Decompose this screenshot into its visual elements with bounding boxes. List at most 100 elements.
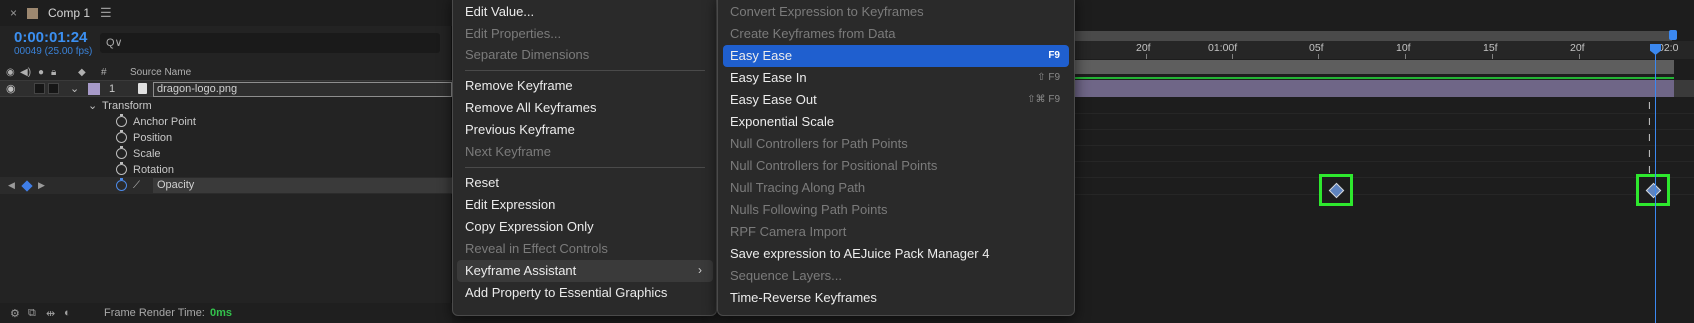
ruler-tick bbox=[1146, 54, 1147, 59]
column-headers: ◉ ◀) ● 🔒︎ ◆ # Source Name bbox=[0, 65, 452, 79]
render-toggle-icon[interactable]: ⚙ bbox=[10, 307, 20, 320]
transform-group-label: Transform bbox=[102, 99, 152, 112]
flowchart-icon[interactable]: ◐ bbox=[64, 307, 71, 319]
lock-switch[interactable] bbox=[48, 83, 59, 94]
menu-item-reset[interactable]: Reset bbox=[465, 173, 499, 193]
submenu-item-null-tracing-path: Null Tracing Along Path bbox=[730, 180, 866, 195]
menu-item-edit-properties: Edit Properties... bbox=[465, 26, 562, 41]
submenu-item-save-expression-aejuice[interactable]: Save expression to AEJuice Pack Manager … bbox=[730, 244, 989, 264]
add-keyframe-diamond-icon[interactable] bbox=[21, 179, 33, 192]
menu-item-remove-keyframe[interactable]: Remove Keyframe bbox=[465, 76, 573, 96]
shortcut-easy-ease-in: ⇧ F9 bbox=[1037, 72, 1060, 83]
ruler-tick bbox=[1492, 54, 1493, 59]
ruler-label: 20f bbox=[1570, 42, 1585, 54]
stopwatch-icon[interactable] bbox=[116, 162, 127, 175]
transfer-controls-icon[interactable]: ⇹ bbox=[46, 307, 55, 320]
composition-tab-bar: × Comp 1 ☰ bbox=[0, 0, 452, 26]
menu-item-add-to-essential-graphics[interactable]: Add Property to Essential Graphics bbox=[465, 283, 667, 303]
close-tab-icon[interactable]: × bbox=[10, 6, 17, 20]
ruler-tick bbox=[1579, 54, 1580, 59]
submenu-item-easy-ease-out[interactable]: Easy Ease Out bbox=[730, 90, 817, 110]
property-label: Rotation bbox=[133, 163, 174, 176]
property-end-marker-icon: I bbox=[1648, 149, 1651, 160]
frame-render-time-label: Frame Render Time: bbox=[104, 307, 205, 319]
property-label[interactable]: Opacity bbox=[153, 178, 452, 193]
stopwatch-icon[interactable] bbox=[116, 146, 127, 159]
layer-switches-icon[interactable]: ⧉ bbox=[28, 307, 36, 320]
ruler-label: 20f bbox=[1136, 42, 1151, 54]
composition-tab-title[interactable]: Comp 1 bbox=[48, 6, 90, 20]
property-end-marker-icon: I bbox=[1648, 101, 1651, 112]
layer-number-header: # bbox=[101, 66, 107, 78]
ruler-tick bbox=[1318, 54, 1319, 59]
menu-item-edit-value[interactable]: Edit Value... bbox=[465, 2, 534, 22]
submenu-item-easy-ease-in[interactable]: Easy Ease In bbox=[730, 68, 807, 88]
visibility-eye-icon[interactable]: ◉ bbox=[6, 82, 16, 95]
layer-expand-chevron-icon[interactable]: ⌄ bbox=[70, 82, 79, 95]
transform-expand-chevron-icon[interactable]: ⌄ bbox=[88, 99, 97, 112]
shortcut-easy-ease: F9 bbox=[1048, 50, 1060, 61]
panel-menu-icon[interactable]: ☰ bbox=[100, 5, 112, 21]
opacity-keyframe-diamond-icon[interactable] bbox=[1328, 182, 1345, 199]
current-timecode[interactable]: 0:00:01:24 bbox=[14, 29, 87, 46]
layer-label-color[interactable] bbox=[88, 82, 100, 95]
previous-keyframe-arrow-icon[interactable]: ◀ bbox=[8, 180, 15, 191]
menu-item-copy-expression-only[interactable]: Copy Expression Only bbox=[465, 217, 594, 237]
stopwatch-icon[interactable] bbox=[116, 130, 127, 143]
property-row-scale[interactable]: Scale bbox=[0, 145, 452, 162]
label-header-icon: ◆ bbox=[78, 66, 86, 78]
property-row-anchor-point[interactable]: Anchor Point bbox=[0, 113, 452, 130]
layer-bar-end bbox=[1674, 80, 1694, 97]
opacity-keyframe-diamond-icon[interactable] bbox=[1645, 182, 1662, 199]
property-row-rotation[interactable]: Rotation bbox=[0, 161, 452, 178]
ruler-label: 15f bbox=[1483, 42, 1498, 54]
layer-row[interactable]: ◉ ⌄ 1 dragon-logo.png bbox=[0, 80, 452, 97]
property-label: Anchor Point bbox=[133, 115, 196, 128]
submenu-item-easy-ease[interactable]: Easy Ease bbox=[730, 46, 792, 66]
layer-panel: × Comp 1 ☰ 0:00:01:24 00049 (25.00 fps) … bbox=[0, 0, 546, 323]
video-toggle-header-icon: ◉ bbox=[6, 66, 15, 78]
property-row-opacity[interactable]: ◀ ▶ ⟋ Opacity bbox=[0, 177, 452, 194]
submenu-item-nulls-following-path: Nulls Following Path Points bbox=[730, 202, 888, 217]
keyframe-highlight-box[interactable] bbox=[1319, 174, 1353, 206]
property-label: Position bbox=[133, 131, 173, 144]
submenu-item-exponential-scale[interactable]: Exponential Scale bbox=[730, 112, 834, 132]
frame-render-time-value: 0ms bbox=[210, 307, 233, 319]
submenu-item-null-controllers-positional: Null Controllers for Positional Points bbox=[730, 158, 938, 173]
menu-item-edit-expression[interactable]: Edit Expression bbox=[465, 195, 555, 215]
submenu-item-sequence-layers: Sequence Layers... bbox=[730, 268, 843, 283]
next-keyframe-arrow-icon[interactable]: ▶ bbox=[38, 180, 45, 191]
stopwatch-icon[interactable] bbox=[116, 114, 127, 127]
property-row-position[interactable]: Position bbox=[0, 129, 452, 146]
playhead-line[interactable] bbox=[1655, 44, 1656, 323]
layer-search-input[interactable]: Q∨ bbox=[100, 33, 440, 53]
keyframe-highlight-box[interactable] bbox=[1636, 174, 1670, 206]
solo-switch[interactable] bbox=[34, 83, 45, 94]
graph-editor-icon[interactable]: ⟋ bbox=[133, 180, 140, 191]
submenu-item-time-reverse-keyframes[interactable]: Time-Reverse Keyframes bbox=[730, 288, 877, 308]
submenu-item-rpf-camera-import: RPF Camera Import bbox=[730, 224, 847, 239]
context-menu: Edit Value... Edit Properties... Separat… bbox=[452, 0, 717, 316]
keyframe-assistant-submenu: Convert Expression to Keyframes Create K… bbox=[717, 0, 1075, 316]
menu-separator bbox=[465, 167, 705, 168]
stopwatch-active-icon[interactable] bbox=[116, 178, 127, 191]
source-name-header[interactable]: Source Name bbox=[130, 67, 191, 78]
property-end-marker-icon: I bbox=[1648, 133, 1651, 144]
menu-item-remove-all-keyframes[interactable]: Remove All Keyframes bbox=[465, 98, 597, 118]
transform-group-row[interactable]: ⌄ Transform bbox=[0, 97, 452, 114]
time-navigator-end-handle[interactable] bbox=[1669, 30, 1677, 40]
layer-name[interactable]: dragon-logo.png bbox=[153, 82, 452, 97]
ruler-label: 01:00f bbox=[1208, 42, 1238, 54]
solo-header-icon: ● bbox=[38, 66, 45, 78]
timeline-footer: ⚙ ⧉ ⇹ ◐ Frame Render Time: 0ms oo bbox=[0, 303, 546, 323]
submenu-arrow-icon: › bbox=[698, 263, 702, 277]
footage-file-icon bbox=[138, 83, 147, 94]
layer-number: 1 bbox=[109, 82, 116, 95]
ruler-tick bbox=[1232, 54, 1233, 59]
menu-item-separate-dimensions: Separate Dimensions bbox=[465, 47, 590, 62]
property-end-marker-icon: I bbox=[1648, 117, 1651, 128]
menu-item-keyframe-assistant[interactable]: Keyframe Assistant bbox=[465, 261, 576, 281]
menu-separator bbox=[465, 70, 705, 71]
ruler-label: 10f bbox=[1396, 42, 1411, 54]
menu-item-previous-keyframe[interactable]: Previous Keyframe bbox=[465, 120, 575, 140]
